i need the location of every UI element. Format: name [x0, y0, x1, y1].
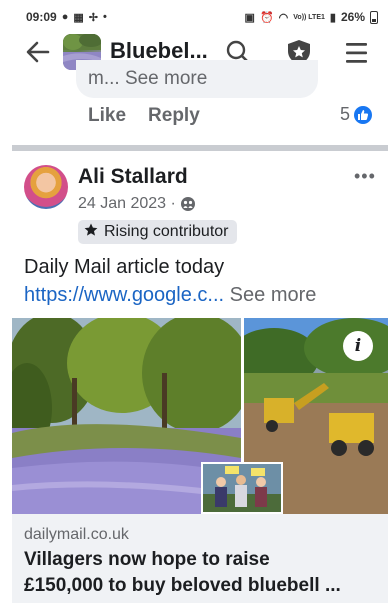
- see-more-link[interactable]: See more: [230, 284, 317, 306]
- network-label: Vo)) LTE1: [293, 13, 325, 21]
- status-bar: 09:09 ● ▦ ✢ • ▣ ⏰ ◠ Vo)) LTE1 ▮ 26%: [0, 0, 392, 34]
- author-avatar[interactable]: [24, 165, 68, 209]
- battery-percent: 26%: [340, 10, 365, 24]
- like-reaction-icon: [354, 105, 373, 124]
- comment-actions: Like Reply: [88, 105, 200, 127]
- post-divider: [12, 145, 388, 151]
- badge-label: Rising contributor: [104, 223, 229, 240]
- lock-icon: ▣: [244, 11, 255, 24]
- signal-icon: ▮: [329, 11, 336, 24]
- back-arrow-icon[interactable]: [24, 38, 52, 66]
- status-time: 09:09: [26, 10, 57, 24]
- post-date[interactable]: 24 Jan 2023 ·: [78, 195, 176, 213]
- reaction-count: 5: [340, 104, 351, 124]
- link-preview-card[interactable]: dailymail.co.uk Villagers now hope to ra…: [12, 514, 388, 603]
- wifi-icon: ◠: [278, 11, 289, 24]
- rising-contributor-badge[interactable]: Rising contributor: [78, 220, 237, 244]
- previous-comment-bubble[interactable]: m... See more: [76, 60, 318, 98]
- battery-icon: [370, 10, 378, 24]
- post-meta: 24 Jan 2023 ·: [78, 195, 196, 213]
- app-notification-icon: ✢: [88, 11, 98, 24]
- link-domain: dailymail.co.uk: [24, 526, 129, 543]
- comment-reactions[interactable]: 5: [340, 104, 373, 125]
- comment-like-button[interactable]: Like: [88, 105, 126, 127]
- more-notifications-icon: •: [102, 11, 107, 23]
- link-title-line1: Villagers now hope to raise: [24, 549, 270, 570]
- comment-reply-button[interactable]: Reply: [148, 105, 200, 127]
- star-icon: [84, 223, 98, 242]
- info-icon[interactable]: i: [343, 331, 373, 361]
- post-more-options-icon[interactable]: •••: [354, 166, 376, 187]
- alarm-icon: ⏰: [259, 11, 274, 24]
- post-text: Daily Mail article today: [24, 256, 225, 278]
- previous-comment-text: m... See more: [88, 68, 208, 89]
- gallery-notification-icon: ▦: [73, 11, 84, 24]
- villagers-group-image[interactable]: [201, 462, 283, 514]
- post-link[interactable]: https://www.google.c...: [24, 284, 224, 306]
- link-title-line2: £150,000 to buy beloved bluebell ...: [24, 575, 341, 596]
- messenger-notification-icon: ●: [61, 11, 69, 23]
- group-audience-icon: [180, 196, 196, 212]
- post-link-line: https://www.google.c... See more: [24, 284, 316, 307]
- status-right: ▣ ⏰ ◠ Vo)) LTE1 ▮ 26%: [245, 10, 378, 24]
- menu-icon[interactable]: [343, 40, 371, 66]
- author-name[interactable]: Ali Stallard: [78, 165, 188, 189]
- status-left: 09:09 ● ▦ ✢ •: [26, 10, 107, 24]
